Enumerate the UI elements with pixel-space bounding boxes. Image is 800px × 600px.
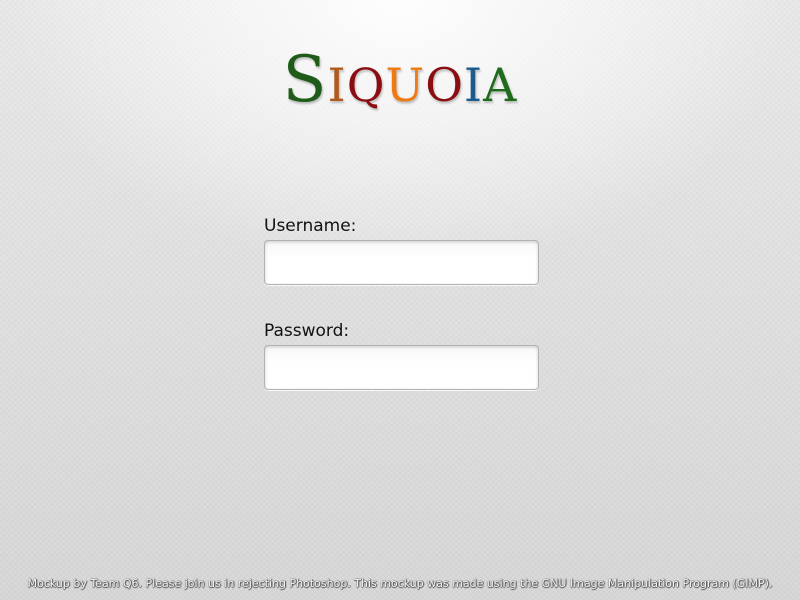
footer-credit: Mockup by Team Q6. Please join us in rej…: [27, 577, 773, 590]
logo-letter-i2: I: [463, 58, 484, 112]
password-input[interactable]: [264, 345, 539, 390]
logo-letter-a: A: [483, 58, 518, 112]
logo-letter-s: S: [282, 43, 328, 117]
logo-letter-i: I: [327, 58, 347, 112]
logo-letter-o: O: [425, 58, 464, 112]
logo-letter-q: Q: [346, 58, 386, 112]
password-label: Password:: [264, 321, 350, 341]
logo-letter-u: U: [385, 58, 426, 112]
siquoia-logo: SIQUOIA: [0, 48, 800, 112]
username-label: Username:: [264, 216, 357, 236]
login-form: Username: Password:: [264, 214, 539, 390]
username-input[interactable]: [264, 240, 539, 285]
